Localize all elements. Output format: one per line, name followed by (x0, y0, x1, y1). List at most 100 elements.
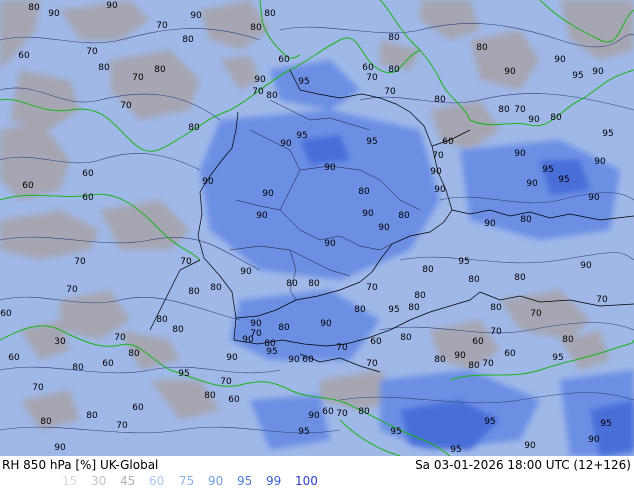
contour-label: 80 (188, 287, 200, 297)
contour-label: 80 (266, 91, 278, 101)
contour-label: 90 (48, 9, 60, 19)
legend-value: 30 (91, 474, 107, 488)
contour-label: 80 (476, 43, 488, 53)
contour-label: 90 (434, 185, 446, 195)
contour-label: 70 (482, 359, 494, 369)
contour-label: 60 (278, 55, 290, 65)
contour-label: 60 (132, 403, 144, 413)
contour-label: 80 (354, 305, 366, 315)
contour-label: 80 (400, 333, 412, 343)
contour-label: 90 (324, 239, 336, 249)
contour-label: 60 (0, 309, 12, 319)
contour-label: 80 (514, 273, 526, 283)
contour-label: 60 (504, 349, 516, 359)
contour-label: 95 (390, 427, 401, 437)
contour-label: 80 (278, 323, 290, 333)
contour-label: 90 (528, 115, 540, 125)
contour-label: 60 (18, 51, 30, 61)
contour-label: 80 (388, 65, 400, 75)
contour-label: 90 (514, 149, 526, 159)
contour-label: 80 (182, 35, 194, 45)
contour-label: 90 (254, 75, 266, 85)
contour-label: 70 (114, 333, 126, 343)
contour-label: 90 (320, 319, 332, 329)
contour-label: 95 (266, 347, 277, 357)
contour-label: 90 (54, 443, 66, 453)
contour-label: 70 (366, 73, 378, 83)
contour-label: 80 (308, 279, 320, 289)
contour-label: 80 (398, 211, 410, 221)
contour-label: 60 (102, 359, 114, 369)
contour-label: 95 (552, 353, 563, 363)
contour-label: 90 (280, 139, 292, 149)
legend-value: 45 (120, 474, 136, 488)
contour-label: 90 (524, 441, 536, 451)
valid-time: Sa 03-01-2026 18:00 UTC (12+126) (415, 458, 631, 472)
contour-label: 95 (600, 419, 611, 429)
contour-label: 70 (220, 377, 232, 387)
contour-label: 70 (116, 421, 128, 431)
contour-label: 70 (32, 383, 44, 393)
contour-label: 70 (384, 87, 396, 97)
contour-label: 70 (180, 257, 192, 267)
contour-label: 90 (484, 219, 496, 229)
map-footer: RH 850 hPa [%] UK-Global Sa 03-01-2026 1… (0, 456, 634, 490)
contour-label: 80 (72, 363, 84, 373)
contour-label: 95 (178, 369, 189, 379)
contour-label: 30 (54, 337, 66, 347)
contour-label: 60 (82, 193, 94, 203)
contour-label: 80 (286, 279, 298, 289)
contour-label: 95 (298, 427, 309, 437)
contour-label: 70 (596, 295, 608, 305)
contour-label: 70 (514, 105, 526, 115)
contour-label: 70 (120, 101, 132, 111)
contour-label: 80 (468, 361, 480, 371)
contour-label: 80 (562, 335, 574, 345)
contour-label: 90 (226, 353, 238, 363)
contour-label: 90 (554, 55, 566, 65)
contour-label: 70 (66, 285, 78, 295)
contour-label: 70 (366, 359, 378, 369)
contour-label: 90 (324, 163, 336, 173)
contour-label: 90 (262, 189, 274, 199)
contour-label: 90 (454, 351, 466, 361)
contour-label: 90 (106, 1, 118, 11)
contour-label: 60 (8, 353, 20, 363)
contour-label: 95 (602, 129, 613, 139)
contour-label: 80 (128, 349, 140, 359)
legend-value: 60 (149, 474, 165, 488)
contour-label: 80 (154, 65, 166, 75)
contour-label: 70 (132, 73, 144, 83)
contour-label: 95 (388, 305, 399, 315)
contour-label: 70 (86, 47, 98, 57)
contour-label: 80 (28, 3, 40, 13)
contour-label: 80 (498, 105, 510, 115)
contour-label: 90 (288, 355, 300, 365)
legend-value: 99 (266, 474, 282, 488)
contour-label: 90 (378, 223, 390, 233)
contour-label: 90 (250, 319, 262, 329)
contour-label: 80 (408, 303, 420, 313)
contour-label: 95 (484, 417, 495, 427)
product-title: RH 850 hPa [%] UK-Global (2, 458, 159, 472)
contour-label: 90 (430, 167, 442, 177)
contour-label: 80 (172, 325, 184, 335)
contour-label: 60 (472, 337, 484, 347)
contour-label: 80 (86, 411, 98, 421)
legend-value: 15 (62, 474, 78, 488)
contour-label: 70 (366, 283, 378, 293)
contour-label: 80 (188, 123, 200, 133)
contour-label: 90 (526, 179, 538, 189)
contour-label: 70 (530, 309, 542, 319)
contour-label: 70 (156, 21, 168, 31)
contour-label: 80 (468, 275, 480, 285)
contour-label: 60 (442, 137, 454, 147)
contour-label: 90 (504, 67, 516, 77)
contour-label: 80 (520, 215, 532, 225)
contour-label: 80 (358, 407, 370, 417)
contour-label: 60 (322, 407, 334, 417)
contour-label: 70 (74, 257, 86, 267)
contour-label: 90 (588, 435, 600, 445)
contour-label: 80 (358, 187, 370, 197)
contour-label: 60 (302, 355, 314, 365)
